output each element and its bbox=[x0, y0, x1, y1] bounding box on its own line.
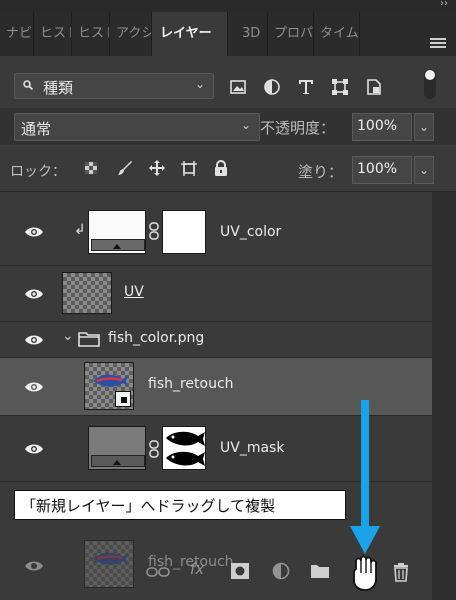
layer-row-group[interactable]: ⌄ fish_color.png bbox=[0, 322, 432, 358]
layers-scrollbar[interactable] bbox=[432, 192, 456, 600]
fill-field[interactable]: 100% bbox=[352, 156, 412, 184]
type-filter-icon[interactable] bbox=[296, 77, 316, 97]
tab-actions[interactable]: アクシ bbox=[110, 12, 152, 56]
filter-toggle[interactable] bbox=[424, 69, 436, 99]
image-filter-icon[interactable] bbox=[228, 77, 248, 97]
eye-icon[interactable] bbox=[24, 443, 44, 455]
opacity-dropdown[interactable]: ⌄ bbox=[414, 113, 434, 141]
tab-3d[interactable]: 3D bbox=[228, 12, 268, 56]
opacity-label: 不透明度： bbox=[260, 119, 336, 137]
blend-mode-label: 通常 bbox=[21, 120, 52, 138]
chevron-down-icon: ⌄ bbox=[194, 77, 205, 91]
fill-label: 塗り： bbox=[298, 163, 344, 181]
adjustment-icon[interactable] bbox=[272, 562, 290, 580]
mask-thumbnail[interactable] bbox=[162, 426, 206, 470]
tab-history-2[interactable]: ヒスト bbox=[72, 12, 110, 56]
tab-history[interactable]: ヒスト bbox=[34, 12, 72, 56]
mask-icon[interactable] bbox=[230, 562, 250, 580]
opacity-field[interactable]: 100% bbox=[352, 113, 412, 141]
callout-text: 「新規レイヤー」へドラッグして複製 bbox=[21, 497, 276, 515]
lock-position-icon[interactable] bbox=[148, 159, 166, 177]
mask-thumbnail[interactable] bbox=[162, 210, 206, 254]
folder-icon[interactable] bbox=[310, 562, 330, 580]
fish-image bbox=[93, 552, 128, 565]
layer-name[interactable]: UV_color bbox=[220, 224, 281, 240]
eye-icon[interactable] bbox=[24, 381, 44, 393]
expand-chevron-icon[interactable]: ⌄ bbox=[62, 328, 74, 344]
lock-brush-icon[interactable] bbox=[116, 159, 134, 177]
tab-timeline[interactable]: タイム bbox=[314, 12, 360, 56]
kind-filter-select[interactable]: 種類 ⌄ bbox=[14, 73, 214, 99]
opacity-value: 100% bbox=[357, 118, 398, 134]
blend-mode-select[interactable]: 通常 ⌄ bbox=[14, 113, 260, 141]
smartobject-filter-icon[interactable] bbox=[364, 77, 384, 97]
layer-name[interactable]: fish_retouch bbox=[148, 376, 234, 392]
fill-value: 100% bbox=[357, 161, 398, 177]
lock-artboard-icon[interactable] bbox=[180, 159, 198, 177]
trash-icon[interactable] bbox=[392, 562, 410, 582]
lock-label: ロック： bbox=[10, 164, 66, 180]
tab-properties[interactable]: プロパ bbox=[268, 12, 314, 56]
eye-icon[interactable] bbox=[24, 226, 44, 238]
collapse-chevron[interactable]: ›› bbox=[440, 0, 448, 9]
layer-row-fish-retouch[interactable]: fish_retouch bbox=[0, 358, 432, 416]
kind-filter-label: 種類 bbox=[43, 79, 74, 97]
chain-link-icon[interactable] bbox=[148, 222, 160, 240]
fish-mask-image bbox=[166, 431, 205, 466]
tab-layers[interactable]: レイヤー bbox=[152, 12, 228, 56]
layer-row-uv-color[interactable]: ↲ UV_color bbox=[0, 198, 432, 266]
lock-transparent-icon[interactable] bbox=[82, 159, 100, 177]
layer-row-uv[interactable]: UV bbox=[0, 266, 432, 322]
folder-icon bbox=[78, 332, 100, 347]
eye-icon[interactable] bbox=[24, 334, 44, 346]
lock-all-icon[interactable] bbox=[212, 159, 230, 177]
smart-object-thumbnail[interactable] bbox=[84, 362, 134, 410]
ghost-thumbnail bbox=[84, 540, 134, 588]
layer-name[interactable]: UV bbox=[124, 284, 144, 300]
search-icon bbox=[23, 80, 33, 90]
eye-icon[interactable] bbox=[24, 288, 44, 300]
layer-thumbnail[interactable] bbox=[62, 272, 112, 314]
hand-cursor-icon bbox=[353, 555, 377, 591]
layer-name[interactable]: fish_color.png bbox=[108, 330, 204, 346]
chain-link-icon[interactable] bbox=[148, 440, 160, 458]
panel-tabs: ナビゲ ヒスト ヒスト アクシ レイヤー 3D プロパ タイム bbox=[0, 12, 456, 57]
adjustment-filter-icon[interactable] bbox=[262, 77, 282, 97]
fill-dropdown[interactable]: ⌄ bbox=[414, 156, 434, 184]
chevron-down-icon: ⌄ bbox=[240, 118, 251, 132]
adjustment-thumbnail[interactable] bbox=[88, 426, 146, 470]
layer-name[interactable]: UV_mask bbox=[220, 440, 284, 456]
fish-image bbox=[93, 374, 128, 387]
fx-icon[interactable]: fx bbox=[190, 560, 204, 578]
clip-arrow-icon: ↲ bbox=[74, 222, 86, 238]
link-icon[interactable] bbox=[146, 562, 170, 582]
instruction-callout: 「新規レイヤー」へドラッグして複製 bbox=[14, 490, 346, 520]
layer-row-uv-mask[interactable]: UV_mask bbox=[0, 416, 432, 482]
eye-icon bbox=[25, 561, 43, 571]
smart-object-badge-icon bbox=[115, 391, 131, 407]
adjustment-thumbnail[interactable] bbox=[88, 210, 146, 254]
shape-filter-icon[interactable] bbox=[330, 77, 350, 97]
tab-navigator[interactable]: ナビゲ bbox=[0, 12, 34, 56]
panel-menu-icon[interactable] bbox=[430, 36, 446, 50]
